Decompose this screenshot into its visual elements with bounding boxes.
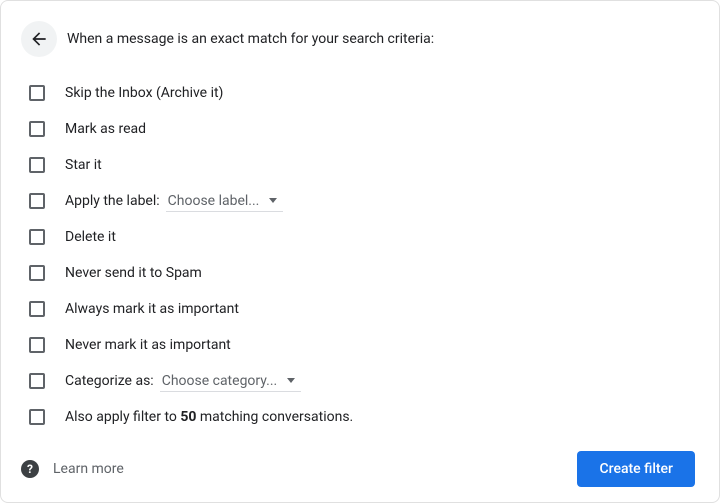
arrow-left-icon — [29, 29, 49, 49]
panel-footer: ? Learn more Create filter — [21, 435, 695, 487]
checkbox-categorize[interactable] — [29, 373, 45, 389]
checkbox-never-important[interactable] — [29, 337, 45, 353]
option-categorize: Categorize as: Choose category... — [21, 363, 695, 399]
chevron-down-icon — [287, 378, 295, 383]
panel-heading: When a message is an exact match for you… — [67, 31, 434, 47]
label-always-important: Always mark it as important — [65, 301, 239, 317]
option-delete: Delete it — [21, 219, 695, 255]
label-delete: Delete it — [65, 229, 116, 245]
option-never-spam: Never send it to Spam — [21, 255, 695, 291]
checkbox-skip-inbox[interactable] — [29, 85, 45, 101]
option-apply-label: Apply the label: Choose label... — [21, 183, 695, 219]
help-icon: ? — [21, 460, 39, 478]
label-categorize-prefix: Categorize as: — [65, 373, 154, 389]
label-also-apply: Also apply filter to 50 matching convers… — [65, 409, 353, 425]
learn-more-text: Learn more — [53, 461, 124, 477]
checkbox-never-spam[interactable] — [29, 265, 45, 281]
label-also-apply-suffix: matching conversations. — [196, 409, 353, 425]
filter-actions-panel: When a message is an exact match for you… — [0, 0, 720, 503]
checkbox-star[interactable] — [29, 157, 45, 173]
back-button[interactable] — [21, 21, 57, 57]
checkbox-apply-label[interactable] — [29, 193, 45, 209]
checkbox-always-important[interactable] — [29, 301, 45, 317]
option-also-apply: Also apply filter to 50 matching convers… — [21, 399, 695, 435]
label-also-apply-count: 50 — [180, 409, 196, 425]
create-filter-button[interactable]: Create filter — [577, 451, 695, 487]
label-mark-read: Mark as read — [65, 121, 146, 137]
select-categorize-text: Choose category... — [162, 373, 278, 389]
option-never-important: Never mark it as important — [21, 327, 695, 363]
select-apply-label-text: Choose label... — [168, 193, 260, 209]
label-never-important: Never mark it as important — [65, 337, 231, 353]
option-star: Star it — [21, 147, 695, 183]
option-always-important: Always mark it as important — [21, 291, 695, 327]
checkbox-mark-read[interactable] — [29, 121, 45, 137]
checkbox-also-apply[interactable] — [29, 409, 45, 425]
label-also-apply-prefix: Also apply filter to — [65, 409, 180, 425]
label-never-spam: Never send it to Spam — [65, 265, 202, 281]
label-apply-label-prefix: Apply the label: — [65, 193, 160, 209]
chevron-down-icon — [269, 198, 277, 203]
label-star: Star it — [65, 157, 102, 173]
options-list: Skip the Inbox (Archive it) Mark as read… — [21, 75, 695, 435]
option-skip-inbox: Skip the Inbox (Archive it) — [21, 75, 695, 111]
select-apply-label[interactable]: Choose label... — [166, 191, 284, 212]
checkbox-delete[interactable] — [29, 229, 45, 245]
panel-header: When a message is an exact match for you… — [21, 21, 695, 57]
learn-more-link[interactable]: ? Learn more — [21, 460, 124, 478]
label-skip-inbox: Skip the Inbox (Archive it) — [65, 85, 223, 101]
option-mark-read: Mark as read — [21, 111, 695, 147]
select-categorize[interactable]: Choose category... — [160, 371, 302, 392]
